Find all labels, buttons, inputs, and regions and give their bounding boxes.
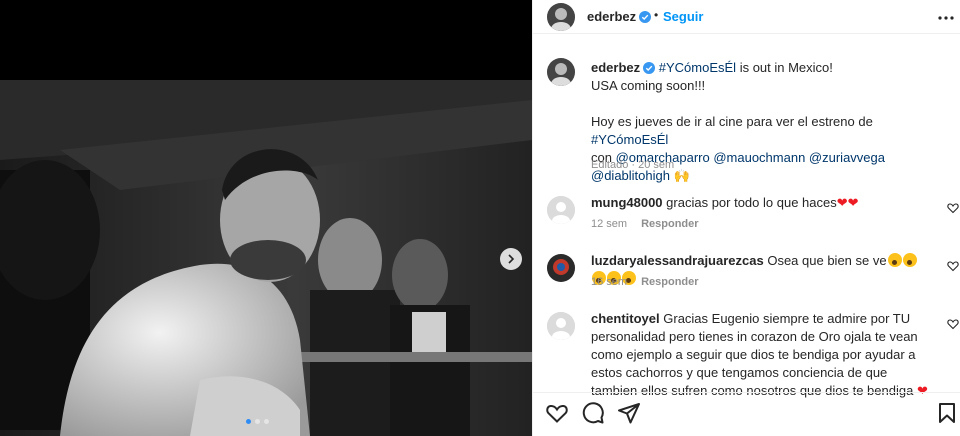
comment-item: luzdaryalessandrajuarezcas Osea que bien…	[533, 252, 960, 298]
reply-button[interactable]: Responder	[641, 276, 698, 288]
comment-avatar[interactable]	[547, 312, 575, 340]
comment-icon[interactable]	[581, 401, 605, 425]
carousel-indicator	[246, 419, 269, 424]
caption-username[interactable]: ederbez	[591, 60, 640, 75]
reply-button[interactable]: Responder	[641, 218, 698, 230]
mention-link[interactable]: @zuriavvega	[809, 150, 885, 165]
comment-username[interactable]: luzdaryalessandrajuarezcas	[591, 253, 764, 268]
next-slide-button[interactable]	[500, 248, 522, 270]
carousel-dot	[255, 419, 260, 424]
post-meta: Editado · 20 sem	[591, 159, 675, 171]
author-username[interactable]: ederbez	[587, 9, 636, 24]
comment-time: 16 sem	[591, 276, 628, 288]
astonished-emoji	[887, 253, 902, 267]
post-panel: ederbez • Seguir ederbez #YCómoEsÉl is o…	[532, 0, 960, 436]
post-photo	[0, 80, 532, 436]
follow-button[interactable]: Seguir	[663, 9, 703, 24]
post-media	[0, 0, 532, 436]
verified-icon	[643, 62, 656, 74]
comment-avatar[interactable]	[547, 196, 575, 224]
caption-text: USA coming soon!!!	[591, 78, 706, 93]
hashtag-link[interactable]: #YCómoEsÉl	[659, 60, 736, 75]
comment-time: 12 sem	[591, 218, 628, 230]
carousel-dot	[246, 419, 251, 424]
post-header: ederbez • Seguir	[533, 0, 960, 34]
comment-text-row: chentitoyel Gracias Eugenio siempre te a…	[591, 310, 931, 400]
like-comment-icon[interactable]	[947, 260, 959, 272]
comment-text: gracias por todo lo que haces	[666, 195, 837, 210]
separator-dot: •	[654, 8, 659, 22]
caption-text: is out in Mexico!	[736, 60, 833, 75]
like-icon[interactable]	[545, 401, 569, 425]
like-comment-icon[interactable]	[947, 202, 959, 214]
save-icon[interactable]	[935, 401, 959, 425]
carousel-dot	[264, 419, 269, 424]
comment-avatar[interactable]	[547, 254, 575, 282]
comment-text-row: mung48000 gracias por todo lo que haces❤…	[591, 194, 931, 212]
verified-icon	[639, 11, 652, 23]
comment-text: Osea que bien se ve	[767, 253, 887, 268]
like-comment-icon[interactable]	[947, 318, 959, 330]
comment-username[interactable]: mung48000	[591, 195, 663, 210]
caption-avatar[interactable]	[547, 58, 575, 86]
chevron-right-icon	[508, 254, 515, 264]
share-icon[interactable]	[617, 401, 641, 425]
comment-meta: 12 sem Responder	[591, 218, 699, 230]
comment-meta: 16 sem Responder	[591, 276, 699, 288]
emoji: 🙌	[673, 168, 690, 183]
post-actions	[533, 392, 960, 436]
comment-item: chentitoyel Gracias Eugenio siempre te a…	[533, 310, 960, 398]
astonished-emoji	[902, 253, 917, 267]
comment-username[interactable]: chentitoyel	[591, 311, 660, 326]
hashtag-link[interactable]: #YCómoEsÉl	[591, 132, 668, 147]
author-username-row[interactable]: ederbez	[587, 9, 652, 24]
mention-link[interactable]: @mauochmann	[713, 150, 805, 165]
heart-emoji: ❤❤	[836, 195, 859, 210]
more-options-icon[interactable]	[937, 9, 955, 27]
author-avatar[interactable]	[547, 3, 575, 31]
caption-text: Hoy es jueves de ir al cine para ver el …	[591, 114, 873, 129]
comment-item: mung48000 gracias por todo lo que haces❤…	[533, 194, 960, 240]
